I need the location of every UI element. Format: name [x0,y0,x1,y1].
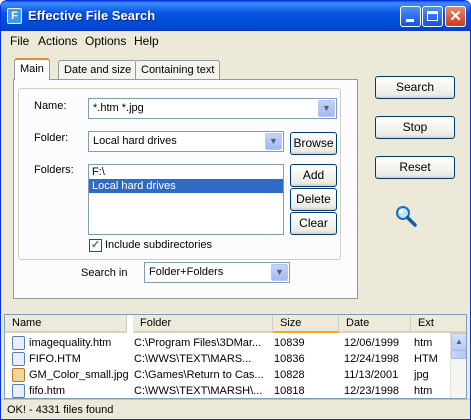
chevron-down-icon[interactable]: ▼ [271,264,288,281]
cell-name: imagequality.htm [29,337,112,349]
cell-name: fifo.htm [29,385,66,397]
search-in-combo[interactable]: Folder+Folders ▼ [144,262,290,283]
cell-folder: C:\WWS\TEXT\MARS... [134,353,252,365]
search-in-label: Search in [81,267,128,279]
cell-ext: htm [414,337,433,349]
html-file-icon [12,352,25,366]
menu-help[interactable]: Help [134,34,159,48]
main-window: F Effective File Search ✕ File Actions O… [0,0,471,420]
table-row[interactable]: fifo.htm C:\WWS\TEXT\MARSH\... 10818 12/… [5,383,451,398]
table-row[interactable]: FIFO.HTM C:\WWS\TEXT\MARS... 10836 12/24… [5,351,451,368]
title-bar[interactable]: F Effective File Search ✕ [1,1,470,31]
table-row[interactable]: imagequality.htm C:\Program Files\3DMar.… [5,335,451,352]
search-button[interactable]: Search [375,76,455,99]
status-bar: OK! - 4331 files found [1,399,470,419]
vertical-scrollbar[interactable]: ▲ [450,333,466,398]
scrollbar-thumb[interactable] [451,350,466,359]
image-file-icon [12,368,25,382]
name-label: Name: [34,100,67,112]
maximize-button[interactable] [422,6,443,27]
cell-name: FIFO.HTM [29,353,81,365]
cell-ext: HTM [414,353,438,365]
menu-options[interactable]: Options [85,34,126,48]
list-item-selected[interactable]: Local hard drives [89,179,283,193]
stop-button[interactable]: Stop [375,116,455,139]
close-icon: ✕ [449,8,462,25]
table-row[interactable]: GM_Color_small.jpg C:\Games\Return to Ca… [5,367,451,384]
cell-date: 12/23/1998 [344,385,400,397]
cell-ext: htm [414,385,433,397]
cell-folder: C:\WWS\TEXT\MARSH\... [134,385,263,397]
menu-actions[interactable]: Actions [38,34,77,48]
app-icon[interactable]: F [7,8,22,24]
cell-ext: jpg [414,369,429,381]
window-title: Effective File Search [28,8,156,23]
status-text: OK! - 4331 files found [7,404,114,416]
name-combo[interactable]: *.htm *.jpg ▼ [88,98,337,119]
cell-size: 10818 [274,385,305,397]
list-item[interactable]: F:\ [89,165,283,179]
delete-button[interactable]: Delete [290,188,337,211]
tab-date-and-size[interactable]: Date and size [58,60,138,80]
cell-size: 10839 [274,337,305,349]
column-header-size[interactable]: Size [273,315,339,333]
folder-combo[interactable]: Local hard drives ▼ [88,131,284,152]
name-value: *.htm *.jpg [93,102,144,114]
cell-date: 12/24/1998 [344,353,400,365]
chevron-down-icon[interactable]: ▼ [265,133,282,150]
include-subdirectories-checkbox[interactable]: ✓ [89,239,102,252]
clear-button[interactable]: Clear [290,212,337,235]
cell-folder: C:\Program Files\3DMar... [134,337,262,349]
close-button[interactable]: ✕ [445,6,466,27]
tab-main[interactable]: Main [14,58,50,80]
column-header-folder[interactable]: Folder [133,315,273,333]
browse-button[interactable]: Browse [290,132,337,155]
magnifier-icon [396,206,417,227]
minimize-button[interactable] [400,6,421,27]
cell-size: 10828 [274,369,305,381]
folder-value: Local hard drives [93,135,177,147]
search-in-value: Folder+Folders [149,266,224,278]
scroll-up-icon[interactable]: ▲ [451,333,466,350]
reset-button[interactable]: Reset [375,156,455,179]
cell-size: 10836 [274,353,305,365]
html-file-icon [12,336,25,350]
menu-bar: File Actions Options Help [1,31,470,51]
folders-label: Folders: [34,164,74,176]
add-button[interactable]: Add [290,164,337,187]
results-list[interactable]: Name Folder Size Date Ext imagequality.h… [4,314,467,399]
menu-file[interactable]: File [10,34,29,48]
cell-date: 12/06/1999 [344,337,400,349]
column-header-date[interactable]: Date [339,315,411,333]
tab-containing-text[interactable]: Containing text [135,60,221,80]
folders-listbox[interactable]: F:\ Local hard drives [88,164,284,235]
column-header-ext[interactable]: Ext [411,315,466,333]
column-header-name[interactable]: Name [5,315,127,333]
include-subdirectories-label[interactable]: Include subdirectories [105,239,212,251]
cell-name: GM_Color_small.jpg [29,369,129,381]
maximize-icon [427,11,438,21]
cell-folder: C:\Games\Return to Cas... [134,369,264,381]
cell-date: 11/13/2001 [344,369,399,381]
minimize-icon [406,19,414,22]
html-file-icon [12,384,25,398]
folder-label: Folder: [34,132,69,144]
chevron-down-icon[interactable]: ▼ [318,100,335,117]
